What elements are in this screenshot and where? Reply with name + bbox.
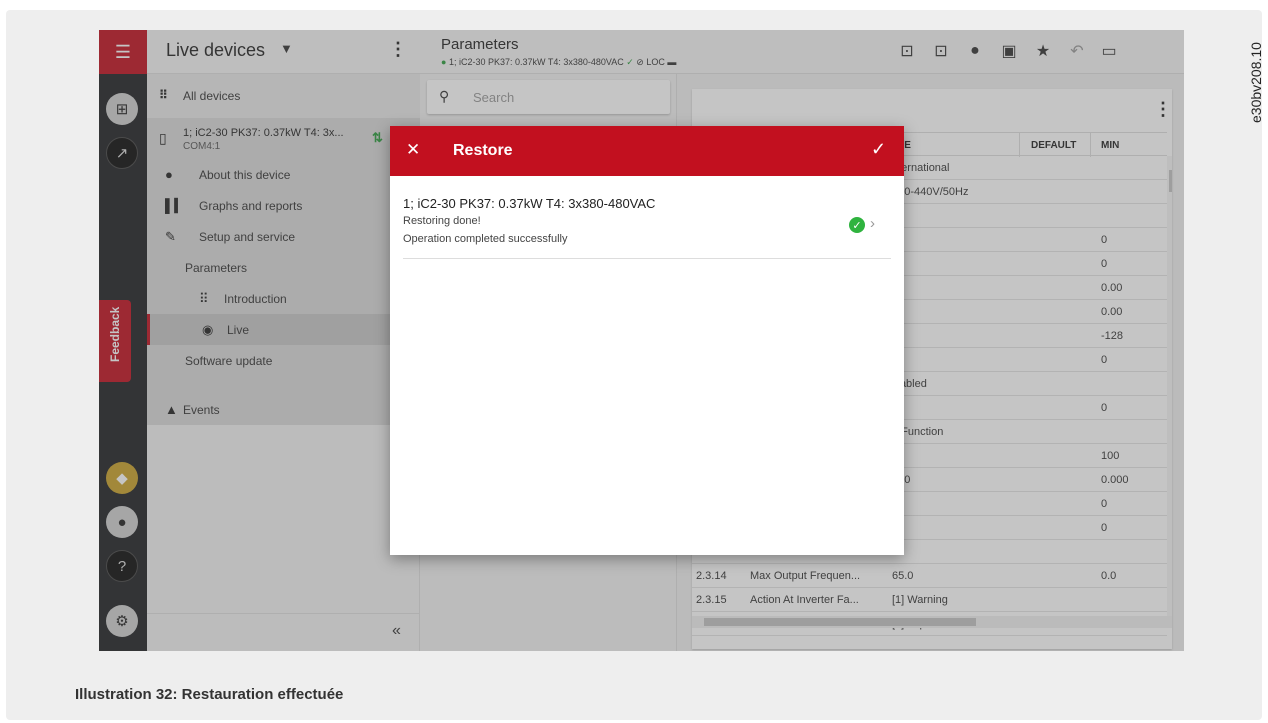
figure-caption: Illustration 32: Restauration effectuée xyxy=(75,686,344,703)
restore-dialog: ✕ Restore ✓ 1; iC2-30 PK37: 0.37kW T4: 3… xyxy=(390,126,904,555)
dialog-title: Restore xyxy=(453,142,513,159)
chevron-right-icon[interactable]: › xyxy=(870,215,875,232)
success-check-icon: ✓ xyxy=(849,217,865,233)
figure-id: e30bv208.10 xyxy=(1228,18,1264,128)
check-icon[interactable]: ✓ xyxy=(871,139,886,160)
page: ☰ ⊞ ↗ Feedback ◆ ● ? ⚙ Live devices ▼ ⋮ … xyxy=(0,0,1268,723)
restore-result-item[interactable]: 1; iC2-30 PK37: 0.37kW T4: 3x380-480VAC … xyxy=(403,188,891,259)
restore-message: Operation completed successfully xyxy=(403,233,568,245)
figure-id-text: e30bv208.10 xyxy=(1248,42,1264,123)
restore-device-name: 1; iC2-30 PK37: 0.37kW T4: 3x380-480VAC xyxy=(403,196,656,211)
restore-status: Restoring done! xyxy=(403,215,481,227)
dialog-header: ✕ Restore ✓ xyxy=(390,126,904,176)
close-icon[interactable]: ✕ xyxy=(406,140,420,160)
